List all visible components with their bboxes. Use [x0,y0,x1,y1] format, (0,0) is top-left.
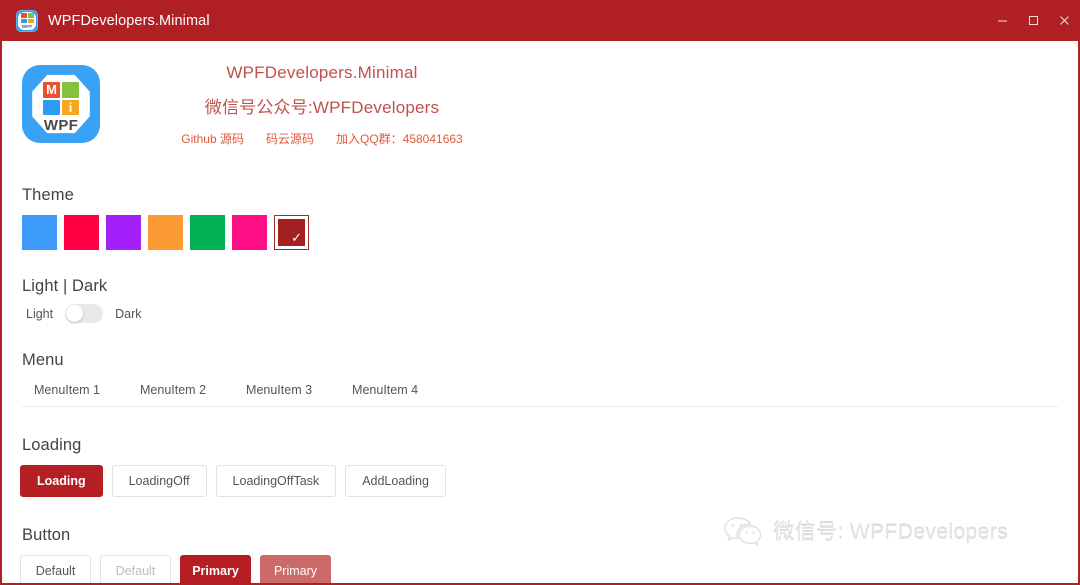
toggle-label-dark: Dark [115,306,142,321]
app-window: WPF WPFDevelopers.Minimal M i WPF WPFDev… [0,0,1080,585]
theme-swatch-list: ✓ [22,215,309,250]
brand-links: Github 源码 码云源码 加入QQ群：458041663 [112,130,532,147]
toggle-label-light: Light [26,306,54,321]
menu-bar: MenuItem 1 MenuItem 2 MenuItem 3 MenuIte… [22,383,1058,407]
logo-tile-green [62,82,79,98]
loading-off-button[interactable]: LoadingOff [111,465,207,497]
theme-swatch-blue[interactable] [22,215,57,250]
link-join-qq-group[interactable]: 加入QQ群：458041663 [336,130,463,147]
wpf-developers-logo: M i WPF [22,65,100,143]
button-heading: Button [22,526,71,544]
light-dark-toggle-row: Light Dark [26,304,142,323]
loading-button[interactable]: Loading [20,465,103,497]
loading-off-task-button[interactable]: LoadingOffTask [215,465,337,497]
loading-heading: Loading [22,436,82,454]
minimize-button[interactable] [987,0,1018,41]
wechat-icon [723,515,763,547]
logo-wpf-text: WPF [43,117,79,134]
brand-header: M i WPF WPFDevelopers.Minimal 微信号公众号:WPF… [2,41,1078,163]
app-logo-icon: WPF [16,9,38,32]
menu-heading: Menu [22,351,64,369]
logo-tile-i: i [62,99,79,115]
title-bar[interactable]: WPF WPFDevelopers.Minimal [2,0,1078,41]
menu-item-4[interactable]: MenuItem 4 [332,383,438,397]
logo-tile-blue [43,99,60,115]
theme-swatch-fill: ✓ [278,219,305,246]
theme-swatch-purple[interactable] [106,215,141,250]
maximize-button[interactable] [1018,0,1049,41]
window-controls [987,0,1078,41]
theme-swatch-red[interactable] [64,215,99,250]
brand-subtitle: 微信号公众号:WPFDevelopers [204,98,440,117]
link-gitee-source[interactable]: 码云源码 [266,130,314,147]
check-icon: ✓ [291,230,302,245]
brand-text-block: WPFDevelopers.Minimal 微信号公众号:WPFDevelope… [112,63,532,147]
logo-tile-i [27,18,34,23]
light-dark-toggle[interactable] [65,304,104,323]
theme-heading: Theme [22,186,74,204]
link-github-source[interactable]: Github 源码 [181,130,244,147]
default-button-disabled: Default [100,555,171,583]
logo-tile-green [27,13,34,18]
default-button[interactable]: Default [20,555,91,583]
theme-swatch-darkred-selected[interactable]: ✓ [274,215,309,250]
brand-title: WPFDevelopers.Minimal [226,63,418,82]
window-title: WPFDevelopers.Minimal [48,12,210,29]
logo-tile-blue [20,18,27,23]
theme-swatch-magenta[interactable] [232,215,267,250]
logo-tile-grid: M i [43,82,79,115]
logo-tile-m [20,13,27,18]
close-button[interactable] [1049,0,1078,41]
wechat-watermark: 微信号: WPFDevelopers [723,515,1008,547]
add-loading-button[interactable]: AddLoading [345,465,446,497]
app-logo-wpf-text: WPF [21,24,33,29]
menu-item-1[interactable]: MenuItem 1 [22,383,120,397]
watermark-text: 微信号: WPFDevelopers [773,521,1008,544]
primary-button-hover[interactable]: Primary [260,555,331,583]
logo-tile-m: M [43,82,60,98]
theme-swatch-green[interactable] [190,215,225,250]
toggle-knob [66,305,84,322]
loading-button-group: Loading LoadingOff LoadingOffTask AddLoa… [20,465,446,497]
light-dark-heading: Light | Dark [22,277,108,295]
menu-item-3[interactable]: MenuItem 3 [226,383,332,397]
app-logo-grid [20,13,34,23]
button-group: Default Default Primary Primary [20,555,331,583]
theme-swatch-orange[interactable] [148,215,183,250]
menu-item-2[interactable]: MenuItem 2 [120,383,226,397]
primary-button[interactable]: Primary [180,555,251,583]
